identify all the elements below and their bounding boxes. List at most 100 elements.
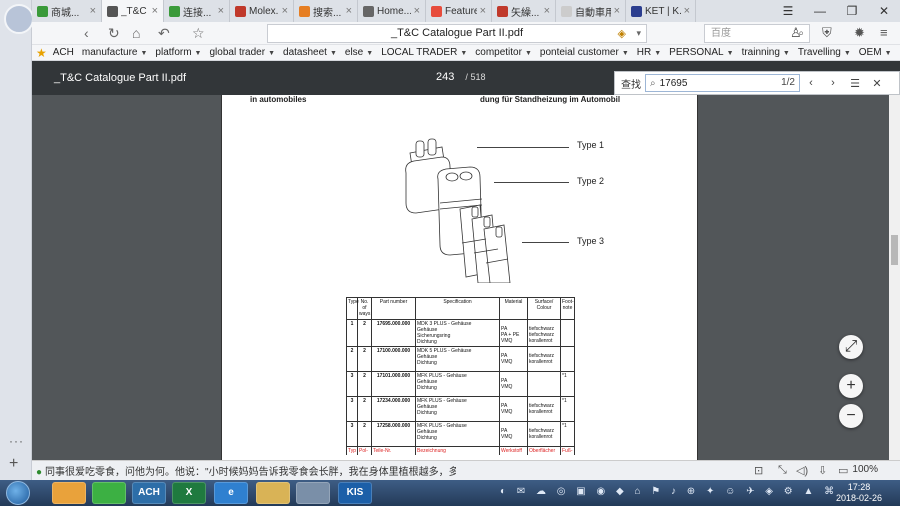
table-cell: PA VMQ	[499, 421, 528, 447]
tab-bar: 商城...×_T&C Cat...×连接...×Molex...×搜索...×H…	[32, 0, 900, 22]
tab-close-icon[interactable]: ×	[90, 5, 96, 17]
find-close-icon[interactable]: ✕	[866, 77, 888, 90]
tab-1[interactable]: _T&C Cat...×	[102, 0, 164, 22]
tab-close-icon[interactable]: ×	[346, 5, 352, 17]
menu-icon[interactable]: ☰	[772, 0, 804, 22]
refresh-icon[interactable]: ↻	[108, 25, 120, 42]
bookmark-item[interactable]: trainning ▼	[742, 47, 790, 58]
folder-icon[interactable]	[256, 482, 290, 504]
start-button[interactable]	[6, 481, 30, 505]
user-icon[interactable]: ♙	[790, 25, 802, 41]
bookmark-item[interactable]: global trader ▼	[209, 47, 275, 58]
zoom-in-button[interactable]: +	[839, 374, 863, 398]
tab-close-icon[interactable]: ×	[218, 5, 224, 17]
chevron-down-icon: ▼	[843, 50, 851, 57]
home-icon[interactable]: ⌂	[132, 25, 140, 41]
minimize-icon[interactable]: —	[804, 0, 836, 22]
tab-6[interactable]: Feature ×	[426, 0, 492, 22]
bookmark-item[interactable]: LOCAL TRADER ▼	[381, 47, 467, 58]
tab-3[interactable]: Molex...×	[230, 0, 294, 22]
close-icon[interactable]: ✕	[868, 0, 900, 22]
page-icon[interactable]: ▭	[838, 464, 848, 477]
tab-label: Home...	[377, 5, 411, 17]
table-header: Specification	[415, 297, 500, 320]
bookmark-label: ponteial customer	[539, 47, 619, 58]
zoom-out-button[interactable]: −	[839, 404, 863, 428]
bookmark-item[interactable]: PERSONAL ▼	[669, 47, 733, 58]
left-sidebar: ··· +	[0, 0, 34, 480]
fullscreen-icon[interactable]: ⤡	[778, 464, 787, 477]
restore-icon[interactable]: ❐	[836, 0, 868, 22]
bookmark-item[interactable]: manufacture ▼	[82, 47, 148, 58]
security-icon[interactable]: ◈	[618, 26, 626, 43]
tab-close-icon[interactable]: ×	[414, 5, 420, 17]
tab-4[interactable]: 搜索... ×	[294, 0, 358, 22]
download-icon[interactable]: ⇩	[818, 464, 827, 477]
tab-close-icon[interactable]: ×	[544, 5, 550, 17]
table-cell: 2	[357, 319, 372, 347]
tab-9[interactable]: KET | K...×	[626, 0, 696, 22]
find-options-icon[interactable]: ☰	[844, 77, 866, 90]
taskbar: ACH X e KIS ◐ ✉ ☁ ◎ ▣ ◉ ◆ ⌂ ⚑ ♪ ⊕ ✦ ☺ ✈ …	[0, 480, 900, 506]
zoom-level[interactable]: 100%	[852, 464, 878, 475]
find-count: 1/2	[781, 77, 795, 88]
avatar[interactable]	[4, 4, 34, 34]
tab-8[interactable]: 自動車用...×	[556, 0, 626, 22]
url-field[interactable]: _T&C Catalogue Part II.pdf ◈ ▾	[267, 24, 647, 43]
bookmark-item[interactable]: ponteial customer ▼	[540, 47, 629, 58]
wechat-icon[interactable]	[92, 482, 126, 504]
mail-app-icon[interactable]	[52, 482, 86, 504]
tab-7[interactable]: 矢繰... ×	[492, 0, 556, 22]
ach-app-icon[interactable]: ACH	[132, 482, 166, 504]
bookmark-item[interactable]: OEM ▼	[859, 47, 892, 58]
bookmark-item[interactable]: else ▼	[345, 47, 373, 58]
pdf-viewer[interactable]: in automobiles dung für Standheizung im …	[32, 95, 889, 460]
clock[interactable]: 17:28 2018-02-26	[836, 482, 882, 504]
tab-close-icon[interactable]: ×	[480, 5, 486, 17]
tab-close-icon[interactable]: ×	[684, 5, 690, 17]
bookmark-label: platform	[155, 47, 192, 58]
tools-icon[interactable]	[296, 482, 330, 504]
tab-2[interactable]: 连接... ×	[164, 0, 230, 22]
more-icon[interactable]: ···	[9, 434, 24, 448]
scrollbar-thumb[interactable]	[891, 235, 898, 265]
bookmark-item[interactable]: Travelling ▼	[798, 47, 851, 58]
kis-icon[interactable]: KIS	[338, 482, 372, 504]
search-placeholder: 百度	[711, 28, 731, 39]
bookmarks-star-icon[interactable]: ★	[36, 46, 47, 60]
table-cell: MDK 3 PLUS - Gehäuse Gehäuse Sicherungsrin…	[415, 319, 500, 347]
undo-icon[interactable]: ↶	[158, 25, 170, 42]
news-ticker[interactable]: ● 同事很爱吃零食，问他为何。他说："小时候妈妈告诉我零食会长胖，我在身体里植根越…	[36, 463, 456, 478]
settings-menu-icon[interactable]: ≡	[880, 25, 888, 40]
browser-icon[interactable]: e	[214, 482, 248, 504]
table-row: 1 2 17695.000.000 MDK 3 PLUS - Gehäuse Gehäu…	[346, 319, 575, 347]
find-prev-icon[interactable]: ‹	[800, 77, 822, 89]
back-icon[interactable]: ‹	[84, 25, 89, 41]
favorite-star-icon[interactable]: ☆	[192, 25, 205, 42]
type-1-leader	[477, 147, 569, 148]
tab-0[interactable]: 商城... ×	[32, 0, 102, 22]
bookmark-item[interactable]: platform ▼	[155, 47, 201, 58]
extension-icon[interactable]: ✹	[854, 25, 865, 41]
tab-close-icon[interactable]: ×	[614, 5, 620, 17]
bookmark-item[interactable]: HR ▼	[637, 47, 661, 58]
find-next-icon[interactable]: ›	[822, 77, 844, 89]
tab-5[interactable]: Home... ×	[358, 0, 426, 22]
bookmark-item[interactable]: ACH	[53, 47, 74, 58]
volume-icon[interactable]: ◁)	[796, 464, 808, 477]
tab-close-icon[interactable]: ×	[282, 5, 288, 17]
shield-icon[interactable]: ⛨	[822, 25, 832, 41]
tab-close-icon[interactable]: ×	[152, 5, 158, 17]
bookmark-item[interactable]: datasheet ▼	[283, 47, 337, 58]
fit-page-button[interactable]: ⤢	[839, 335, 863, 359]
current-page[interactable]: 243	[436, 71, 454, 83]
screenshot-icon[interactable]: ⊡	[754, 464, 763, 477]
table-cell: 3	[346, 371, 358, 397]
chevron-down-icon[interactable]: ▾	[636, 25, 641, 42]
bookmark-item[interactable]: competitor ▼	[475, 47, 532, 58]
add-icon[interactable]: +	[9, 455, 18, 473]
find-input[interactable]: ⌕ 17695 1/2	[645, 74, 800, 92]
excel-icon[interactable]: X	[172, 482, 206, 504]
vertical-scrollbar[interactable]	[889, 95, 900, 460]
system-tray[interactable]: ◐ ✉ ☁ ◎ ▣ ◉ ◆ ⌂ ⚑ ♪ ⊕ ✦ ☺ ✈ ◈ ⚙ ▲ ⌘	[500, 486, 838, 497]
